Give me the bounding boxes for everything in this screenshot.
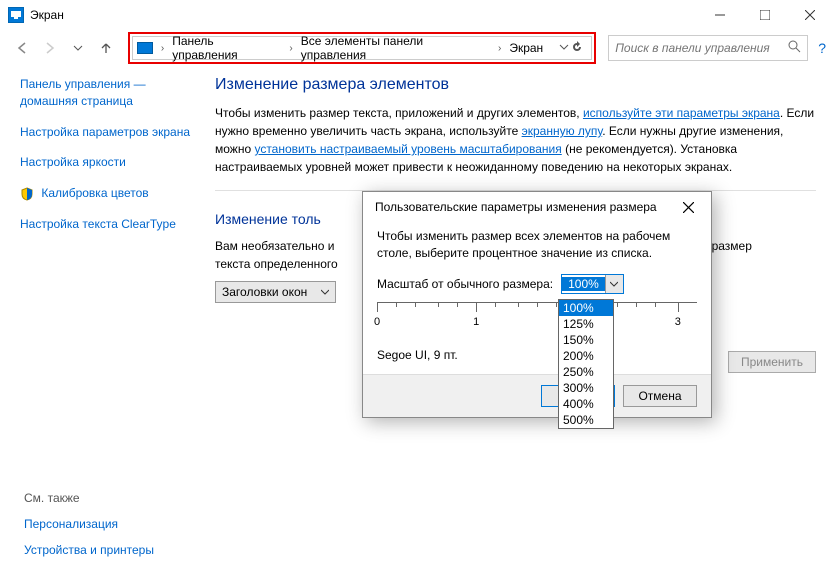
sidebar-display-settings[interactable]: Настройка параметров экрана (20, 124, 195, 141)
sidebar-color-calibration[interactable]: Калибровка цветов (20, 185, 195, 202)
see-also-devices[interactable]: Устройства и принтеры (24, 543, 154, 557)
search-box[interactable] (608, 35, 808, 61)
scale-option[interactable]: 100% (559, 300, 613, 316)
refresh-icon[interactable] (571, 41, 583, 56)
chevron-right-icon: › (161, 43, 164, 54)
scale-ruler[interactable]: 0 1 2 3 (377, 302, 697, 342)
breadcrumb-item[interactable]: Экран (509, 41, 543, 55)
chevron-right-icon: › (289, 43, 292, 54)
chevron-down-icon[interactable] (559, 41, 569, 55)
scale-option[interactable]: 250% (559, 364, 613, 380)
scale-label: Масштаб от обычного размера: (377, 277, 553, 291)
scale-option[interactable]: 200% (559, 348, 613, 364)
sidebar: Панель управления — домашняя страница На… (20, 76, 205, 303)
dialog-description: Чтобы изменить размер всех элементов на … (377, 228, 697, 262)
breadcrumb-item[interactable]: Все элементы панели управления (301, 34, 490, 62)
recent-button[interactable] (66, 36, 90, 60)
scale-option[interactable]: 500% (559, 412, 613, 428)
minimize-button[interactable] (697, 0, 742, 30)
dialog-close-button[interactable] (673, 192, 703, 222)
see-also-header: См. также (24, 491, 154, 505)
scale-option[interactable]: 150% (559, 332, 613, 348)
address-bar[interactable]: › Панель управления › Все элементы панел… (132, 36, 592, 60)
sidebar-brightness[interactable]: Настройка яркости (20, 154, 195, 171)
breadcrumb-item[interactable]: Панель управления (172, 34, 281, 62)
scale-option[interactable]: 400% (559, 396, 613, 412)
monitor-icon (137, 42, 153, 54)
sidebar-cleartype[interactable]: Настройка текста ClearType (20, 216, 195, 233)
scale-dropdown-list[interactable]: 100% 125% 150% 200% 250% 300% 400% 500% (558, 299, 614, 429)
chevron-down-icon (321, 288, 329, 296)
window-titlebar: Экран (0, 0, 836, 30)
dialog-button-row: ОК Отмена (363, 374, 711, 417)
address-bar-highlight: › Панель управления › Все элементы панел… (128, 32, 596, 64)
intro-paragraph: Чтобы изменить размер текста, приложений… (215, 104, 816, 176)
text-element-dropdown[interactable]: Заголовки окон (215, 281, 336, 303)
window-title: Экран (30, 8, 64, 22)
dialog-title: Пользовательские параметры изменения раз… (375, 200, 657, 214)
cancel-button[interactable]: Отмена (623, 385, 697, 407)
close-button[interactable] (787, 0, 832, 30)
up-button[interactable] (94, 36, 118, 60)
see-also-section: См. также Персонализация Устройства и пр… (24, 491, 154, 569)
sidebar-home[interactable]: Панель управления — домашняя страница (20, 76, 195, 110)
scale-option[interactable]: 125% (559, 316, 613, 332)
search-input[interactable] (615, 41, 788, 55)
back-button[interactable] (10, 36, 34, 60)
link-magnifier[interactable]: экранную лупу (522, 124, 603, 138)
sidebar-item-label: Калибровка цветов (41, 186, 148, 200)
apply-button[interactable]: Применить (728, 351, 816, 373)
scale-option[interactable]: 300% (559, 380, 613, 396)
forward-button[interactable] (38, 36, 62, 60)
page-heading: Изменение размера элементов (215, 76, 816, 94)
dialog-titlebar: Пользовательские параметры изменения раз… (363, 192, 711, 222)
font-sample-label: Segoe UI, 9 пт. (377, 348, 697, 362)
help-icon[interactable]: ? (818, 40, 826, 56)
navigation-bar: › Панель управления › Все элементы панел… (0, 30, 836, 66)
chevron-right-icon: › (498, 43, 501, 54)
scale-combobox[interactable]: 100% (561, 274, 624, 294)
scale-value: 100% (562, 277, 605, 291)
dropdown-label: Заголовки окон (222, 285, 307, 299)
maximize-button[interactable] (742, 0, 787, 30)
shield-icon (20, 187, 34, 201)
link-custom-scale[interactable]: установить настраиваемый уровень масштаб… (254, 142, 561, 156)
see-also-personalization[interactable]: Персонализация (24, 517, 154, 531)
chevron-down-icon[interactable] (605, 275, 623, 293)
search-icon[interactable] (788, 40, 801, 56)
display-icon (8, 7, 24, 23)
custom-scaling-dialog: Пользовательские параметры изменения раз… (362, 191, 712, 418)
link-display-params[interactable]: используйте эти параметры экрана (583, 106, 780, 120)
